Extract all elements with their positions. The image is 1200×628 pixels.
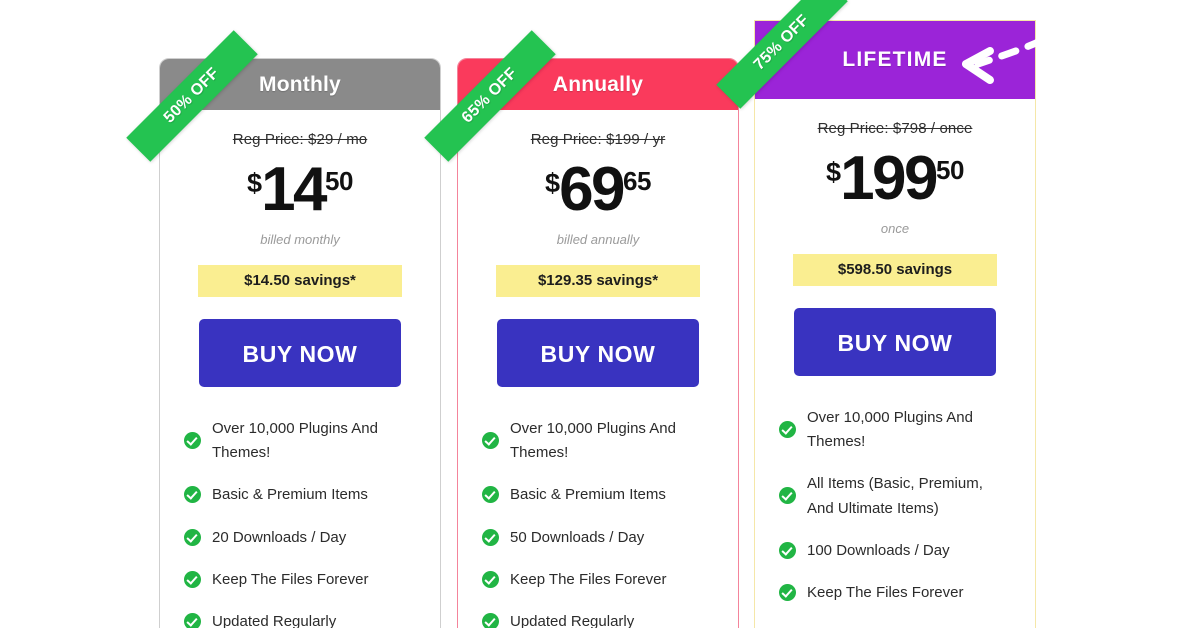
price-cents-lifetime: 50 bbox=[936, 155, 964, 185]
check-icon bbox=[482, 528, 499, 546]
list-item: Basic & Premium Items bbox=[184, 483, 420, 507]
list-item: 20 Downloads / Day bbox=[184, 526, 420, 550]
check-icon bbox=[184, 431, 201, 449]
feature-label: Keep The Files Forever bbox=[510, 570, 667, 588]
check-icon bbox=[779, 584, 796, 602]
price-amount-annually: 69 bbox=[559, 155, 625, 224]
regular-price-annually: Reg Price: $199 / yr bbox=[530, 131, 666, 148]
feature-label: Keep The Files Forever bbox=[807, 584, 964, 602]
regular-price-monthly: Reg Price: $29 / mo bbox=[232, 131, 368, 148]
pricing-card-lifetime: 75% OFF LIFETIME Reg Price: $798 / once … bbox=[716, 0, 1036, 628]
feature-label: Basic & Premium Items bbox=[510, 486, 666, 504]
currency-symbol-lifetime: $ bbox=[826, 157, 841, 187]
plan-name-annually: Annually bbox=[552, 72, 644, 96]
price-lifetime: $ 199 50 bbox=[771, 144, 1019, 213]
card-header-lifetime: 75% OFF LIFETIME bbox=[716, 0, 1035, 109]
billing-period-monthly: billed monthly bbox=[260, 231, 340, 247]
feature-label: Basic & Premium Items bbox=[212, 486, 368, 504]
check-icon bbox=[779, 420, 796, 438]
card-inner-lifetime: 75% OFF LIFETIME Reg Price: $798 / once … bbox=[716, 0, 1035, 628]
currency-symbol-annually: $ bbox=[545, 168, 560, 198]
card-body-lifetime: Reg Price: $798 / once $ 199 50 once $59… bbox=[755, 120, 1035, 628]
billing-period-annually: billed annually bbox=[556, 231, 640, 247]
feature-label: Updated Regularly bbox=[510, 613, 635, 628]
price-annually: $ 69 65 bbox=[474, 155, 722, 224]
regular-price-lifetime: Reg Price: $798 / once bbox=[817, 120, 973, 137]
billing-period-lifetime: once bbox=[880, 220, 910, 236]
list-item: Over 10,000 Plugins And Themes! bbox=[482, 417, 718, 466]
list-item: Keep The Files Forever bbox=[482, 568, 718, 592]
feature-label: 20 Downloads / Day bbox=[212, 528, 347, 546]
feature-label: Over 10,000 Plugins And Themes! bbox=[212, 419, 378, 462]
feature-list-monthly: Over 10,000 Plugins And Themes! Basic & … bbox=[176, 417, 424, 628]
list-item: Keep The Files Forever bbox=[779, 581, 1015, 605]
buy-now-button-annually[interactable]: BUY NOW bbox=[497, 318, 699, 387]
feature-list-annually: Over 10,000 Plugins And Themes! Basic & … bbox=[474, 417, 722, 628]
feature-label: 100 Downloads / Day bbox=[807, 541, 950, 559]
pricing-plans-container: 50% OFF Monthly Reg Price: $29 / mo $ 14… bbox=[0, 0, 1200, 628]
list-item: Keep The Files Forever bbox=[184, 568, 420, 592]
savings-badge-annually: $129.35 savings* bbox=[496, 264, 700, 297]
check-icon bbox=[184, 528, 201, 546]
card-header-monthly: 50% OFF Monthly bbox=[126, 30, 440, 162]
feature-label: All Items (Basic, Premium, And Ultimate … bbox=[807, 475, 983, 517]
price-monthly: $ 14 50 bbox=[176, 155, 424, 224]
plan-name-lifetime: LIFETIME bbox=[842, 48, 948, 71]
list-item: 50 Downloads / Day bbox=[482, 526, 718, 550]
list-item: Updated Regularly bbox=[184, 610, 420, 628]
check-icon bbox=[184, 613, 201, 628]
pricing-page: 50% OFF Monthly Reg Price: $29 / mo $ 14… bbox=[0, 0, 1200, 628]
buy-now-button-lifetime[interactable]: BUY NOW bbox=[794, 307, 996, 376]
price-cents-annually: 65 bbox=[623, 166, 651, 196]
card-body-annually: Reg Price: $199 / yr $ 69 65 billed annu… bbox=[458, 131, 738, 628]
list-item: Basic & Premium Items bbox=[482, 483, 718, 507]
list-item: Updated Regularly bbox=[482, 610, 718, 628]
check-icon bbox=[184, 486, 201, 504]
pricing-card-monthly: 50% OFF Monthly Reg Price: $29 / mo $ 14… bbox=[126, 30, 441, 628]
card-body-monthly: Reg Price: $29 / mo $ 14 50 billed month… bbox=[160, 131, 440, 628]
feature-label: Updated Regularly bbox=[212, 613, 337, 628]
card-inner-annually: 65% OFF Annually Reg Price: $199 / yr $ … bbox=[424, 30, 738, 628]
feature-label: 50 Downloads / Day bbox=[510, 528, 645, 546]
list-item: All Items (Basic, Premium, And Ultimate … bbox=[779, 472, 1015, 521]
feature-label: Over 10,000 Plugins And Themes! bbox=[807, 408, 973, 451]
check-icon bbox=[482, 570, 499, 588]
savings-badge-monthly: $14.50 savings* bbox=[198, 264, 402, 297]
savings-badge-lifetime: $598.50 savings bbox=[793, 253, 997, 286]
list-item: Over 10,000 Plugins And Themes! bbox=[779, 406, 1015, 455]
currency-symbol-monthly: $ bbox=[247, 168, 262, 198]
feature-label: Keep The Files Forever bbox=[212, 570, 369, 588]
card-header-annually: 65% OFF Annually bbox=[424, 30, 738, 162]
price-cents-monthly: 50 bbox=[325, 166, 353, 196]
pricing-card-annually: 65% OFF Annually Reg Price: $199 / yr $ … bbox=[424, 30, 739, 628]
plan-name-monthly: Monthly bbox=[259, 72, 341, 96]
check-icon bbox=[482, 613, 499, 628]
price-amount-monthly: 14 bbox=[261, 155, 327, 224]
check-icon bbox=[779, 541, 796, 559]
list-item: 100 Downloads / Day bbox=[779, 539, 1015, 563]
check-icon bbox=[779, 487, 796, 505]
feature-label: Over 10,000 Plugins And Themes! bbox=[510, 419, 676, 462]
price-amount-lifetime: 199 bbox=[840, 144, 938, 213]
list-item: Over 10,000 Plugins And Themes! bbox=[184, 417, 420, 466]
card-inner-monthly: 50% OFF Monthly Reg Price: $29 / mo $ 14… bbox=[126, 30, 440, 628]
check-icon bbox=[184, 570, 201, 588]
check-icon bbox=[482, 486, 499, 504]
check-icon bbox=[482, 431, 499, 449]
feature-list-lifetime: Over 10,000 Plugins And Themes! All Item… bbox=[771, 406, 1019, 606]
buy-now-button-monthly[interactable]: BUY NOW bbox=[199, 318, 401, 387]
